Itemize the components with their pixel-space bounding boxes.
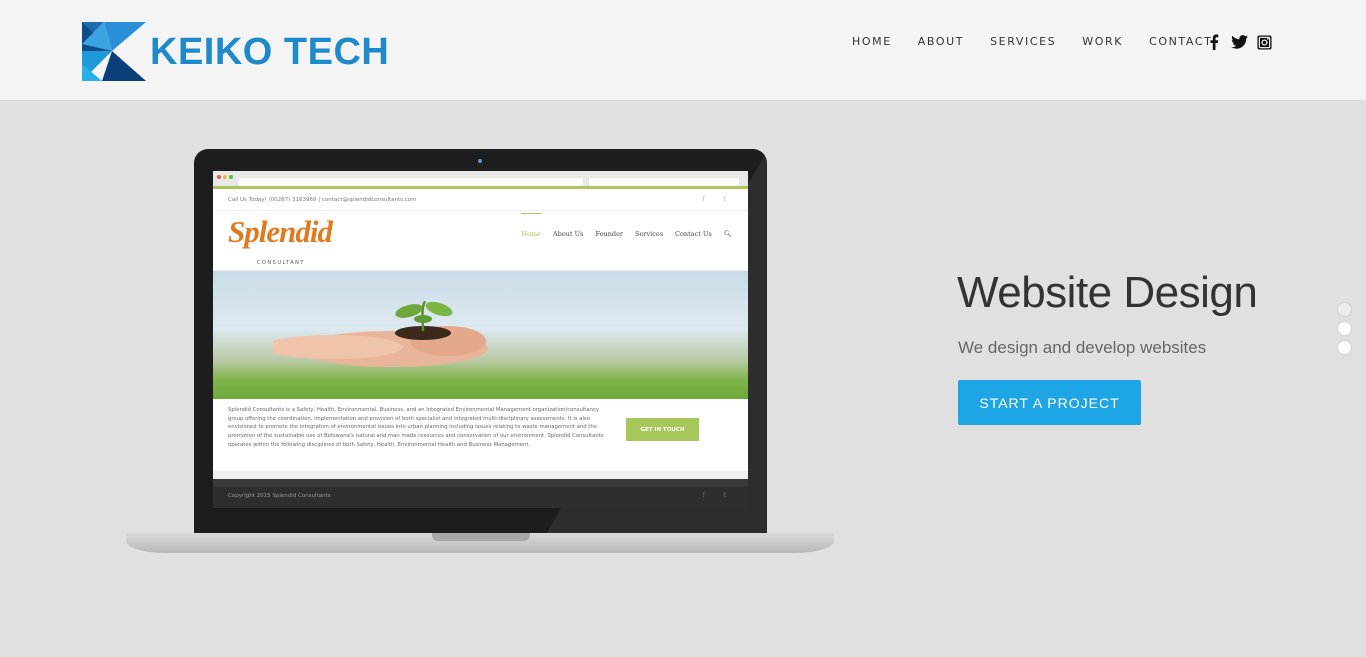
hands-seedling-image — [273, 301, 488, 367]
mock-nav-contact: Contact Us — [675, 230, 712, 238]
nav-about[interactable]: ABOUT — [918, 35, 964, 48]
keiko-logo-mark — [82, 22, 146, 81]
mock-top-strip: Call Us Today! (00267) 3163969 | contact… — [213, 189, 748, 211]
mock-nav-founder: Founder — [595, 230, 624, 238]
browser-url-bar — [239, 178, 583, 186]
main-nav: HOME ABOUT SERVICES WORK CONTACT — [852, 35, 1238, 48]
brand-logo[interactable]: KEIKO TECH — [82, 22, 389, 81]
mock-body: Splendid Consultants is a Safety, Health… — [213, 399, 748, 471]
splendid-logo: Splendid — [228, 214, 333, 249]
hero-title: Website Design — [957, 268, 1258, 317]
social-links — [1205, 33, 1280, 51]
mock-social-icons: f t — [702, 195, 734, 203]
laptop-screen: Call Us Today! (00267) 3163969 | contact… — [213, 171, 748, 508]
mock-hero-image — [213, 271, 748, 399]
nav-home[interactable]: HOME — [852, 35, 892, 48]
laptop-mockup: Call Us Today! (00267) 3163969 | contact… — [126, 148, 834, 558]
nav-work[interactable]: WORK — [1082, 35, 1123, 48]
slider-dot-3[interactable] — [1338, 341, 1351, 354]
mock-footer: Copyright 2015 Splendid Consultants f t — [213, 479, 748, 508]
mock-footer-social: f t — [702, 491, 734, 499]
mock-site-header: Splendid CONSULTANT Home About Us Founde… — [213, 211, 748, 271]
site-header: KEIKO TECH HOME ABOUT SERVICES WORK CONT… — [0, 0, 1366, 101]
nav-contact[interactable]: CONTACT — [1149, 35, 1212, 48]
mock-body-text: Splendid Consultants is a Safety, Health… — [228, 407, 604, 448]
slider-pagination — [1338, 303, 1351, 360]
camera-dot — [478, 159, 482, 163]
mock-copyright: Copyright 2015 Splendid Consultants — [228, 493, 331, 499]
start-project-button[interactable]: START A PROJECT — [958, 380, 1141, 425]
mock-site-nav: Home About Us Founder Services Contact U… — [509, 213, 732, 238]
mock-get-in-touch-button: GET IN TOUCH — [626, 418, 699, 441]
splendid-logo-sub: CONSULTANT — [257, 260, 305, 266]
splendid-logo-text: Splendid — [228, 214, 333, 249]
mock-nav-home: Home — [521, 213, 542, 238]
slider-dot-2[interactable] — [1338, 322, 1351, 335]
nav-services[interactable]: SERVICES — [990, 35, 1056, 48]
mock-nav-about: About Us — [553, 230, 584, 238]
browser-search-bar — [589, 178, 739, 186]
brand-name: KEIKO TECH — [150, 30, 390, 73]
instagram-icon[interactable] — [1255, 33, 1273, 51]
laptop-notch — [432, 533, 530, 541]
facebook-icon[interactable] — [1205, 33, 1223, 51]
twitter-icon[interactable] — [1230, 33, 1248, 51]
mock-call-line: Call Us Today! (00267) 3163969 | contact… — [228, 197, 417, 203]
mock-search-icon: 🔍︎ — [723, 230, 732, 238]
mock-nav-services: Services — [635, 230, 664, 238]
browser-chrome — [213, 171, 748, 189]
hero-subtitle: We design and develop websites — [958, 338, 1207, 357]
slider-dot-1[interactable] — [1338, 303, 1351, 316]
